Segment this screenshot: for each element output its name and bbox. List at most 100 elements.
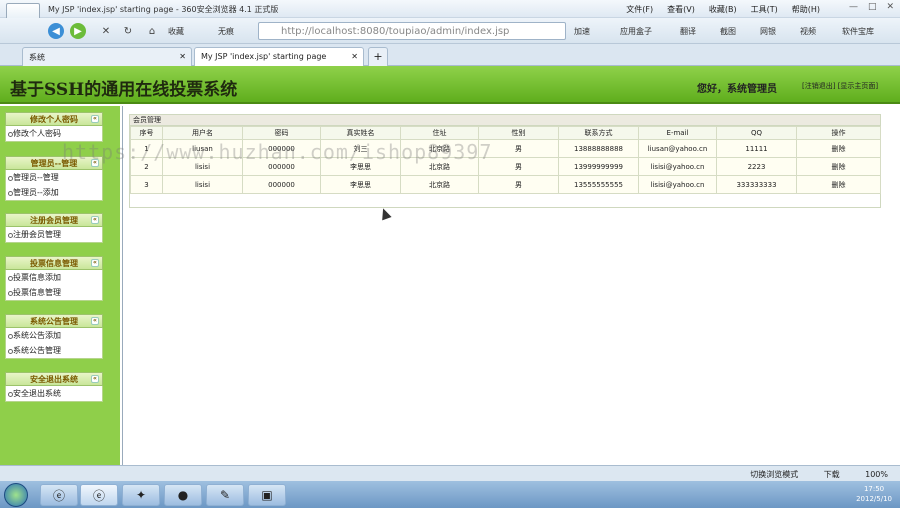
window-title: My JSP 'index.jsp' starting page - 360安全… — [48, 5, 279, 14]
tab-system[interactable]: 系统 ✕ — [22, 47, 192, 66]
sidebar-item[interactable]: 投票信息添加 — [6, 270, 102, 285]
sidebar-item[interactable]: 管理员--管理 — [6, 170, 102, 185]
column-header: 联系方式 — [558, 126, 639, 140]
menu-file[interactable]: 文件(F) — [626, 4, 653, 15]
table-cell: lisisi — [162, 175, 243, 194]
tab-jsp-page[interactable]: My JSP 'index.jsp' starting page ✕ — [194, 47, 364, 66]
table-cell: liusan@yahoo.cn — [638, 139, 717, 158]
delete-link[interactable]: 删除 — [796, 175, 881, 194]
taskbar-clock[interactable]: 17:50 2012/5/10 — [856, 484, 892, 504]
sidebar-group-notices: 系统公告管理 « 系统公告添加 系统公告管理 — [5, 314, 103, 359]
sidebar-item[interactable]: 投票信息管理 — [6, 285, 102, 300]
menu-view[interactable]: 查看(V) — [667, 4, 695, 15]
browser-navbar: ◀ ▶ ✕ ↻ ⌂ 收藏 无痕 http://localhost:8080/to… — [0, 18, 900, 44]
status-info: 切换浏览模式 下载 100% — [750, 469, 888, 480]
toolbar-link-translate[interactable]: 翻译 — [680, 26, 696, 37]
sidebar-item[interactable]: 系统公告添加 — [6, 328, 102, 343]
table-cell: 333333333 — [716, 175, 797, 194]
browser-tabbar: 系统 ✕ My JSP 'index.jsp' starting page ✕ … — [0, 44, 900, 66]
menu-help[interactable]: 帮助(H) — [792, 4, 820, 15]
sidebar-item[interactable]: 管理员--添加 — [6, 185, 102, 200]
minimize-icon[interactable]: — — [849, 2, 858, 12]
toolbar-link-video[interactable]: 视频 — [800, 26, 816, 37]
table-row: 3 lisisi 000000 李思思 北京路 男 13555555555 li… — [130, 175, 881, 194]
table-cell: lisisi@yahoo.cn — [638, 175, 717, 194]
windows-taskbar: ⓔ ⓔ ✦ ● ✎ ▣ 17:50 2012/5/10 — [0, 481, 900, 508]
new-tab-button[interactable]: + — [368, 47, 388, 66]
sidebar-group-title[interactable]: 安全退出系统 « — [5, 372, 103, 386]
address-bar[interactable]: http://localhost:8080/toupiao/admin/inde… — [258, 22, 566, 40]
download-button[interactable]: 下载 — [824, 470, 840, 479]
taskbar-editor-icon[interactable]: ✎ — [206, 484, 244, 506]
back-icon[interactable]: ◀ — [48, 23, 64, 39]
stop-icon[interactable]: ✕ — [98, 23, 114, 39]
table-cell: 000000 — [242, 175, 321, 194]
home-link[interactable]: [显示主页面] — [838, 82, 878, 90]
sidebar-item[interactable]: 注册会员管理 — [6, 227, 102, 242]
browser-titlebar: My JSP 'index.jsp' starting page - 360安全… — [0, 0, 900, 37]
close-icon[interactable]: ✕ — [886, 2, 894, 12]
incognito-button[interactable]: 无痕 — [218, 26, 234, 37]
taskbar-toolbox-icon[interactable]: ▣ — [248, 484, 286, 506]
start-button-icon[interactable] — [4, 483, 28, 507]
browse-mode-toggle[interactable]: 切换浏览模式 — [750, 470, 798, 479]
watermark: https://www.huzhan.com/ishop89397 — [62, 140, 493, 164]
address-url[interactable]: http://localhost:8080/toupiao/admin/inde… — [281, 26, 509, 37]
menu-tools[interactable]: 工具(T) — [751, 4, 778, 15]
table-cell: 北京路 — [400, 175, 479, 194]
close-tab-icon[interactable]: ✕ — [351, 52, 358, 61]
app-title: 基于SSH的通用在线投票系统 — [10, 80, 238, 100]
taskbar-360-browser-icon[interactable]: ⓔ — [80, 484, 118, 506]
zoom-level[interactable]: 100% — [865, 470, 888, 479]
sidebar-group-title[interactable]: 投票信息管理 « — [5, 256, 103, 270]
welcome-text: 您好，系统管理员 — [697, 84, 777, 95]
table-cell: 男 — [478, 175, 559, 194]
table-cell: lisisi@yahoo.cn — [638, 157, 717, 176]
home-icon[interactable]: ⌂ — [144, 23, 160, 39]
sidebar-item[interactable]: 系统公告管理 — [6, 343, 102, 358]
delete-link[interactable]: 删除 — [796, 139, 881, 158]
undo-button[interactable]: 收藏 — [168, 26, 184, 37]
sidebar-group-title[interactable]: 修改个人密码 « — [5, 112, 103, 126]
taskbar-eclipse-icon[interactable]: ● — [164, 484, 202, 506]
toolbar-link-apps[interactable]: 应用盒子 — [620, 26, 652, 37]
sidebar-group-members: 注册会员管理 « 注册会员管理 — [5, 213, 103, 243]
collapse-icon[interactable]: « — [91, 216, 99, 224]
table-cell: 13888888888 — [558, 139, 639, 158]
toolbar-link-software[interactable]: 软件宝库 — [842, 26, 874, 37]
browser-statusbar: 切换浏览模式 下载 100% — [0, 465, 900, 481]
clock-time: 17:50 — [863, 485, 885, 493]
taskbar-ie-icon[interactable]: ⓔ — [40, 484, 78, 506]
toolbar-link-bank[interactable]: 网银 — [760, 26, 776, 37]
table-header-row: 序号 用户名 密码 真实姓名 住址 性别 联系方式 E-mail QQ 操作 — [130, 126, 881, 140]
collapse-icon[interactable]: « — [91, 317, 99, 325]
refresh-icon[interactable]: ↻ — [120, 23, 136, 39]
collapse-icon[interactable]: « — [91, 115, 99, 123]
sidebar-group-title[interactable]: 系统公告管理 « — [5, 314, 103, 328]
column-header: 住址 — [400, 126, 479, 140]
toolbar-link-screenshot[interactable]: 截图 — [720, 26, 736, 37]
delete-link[interactable]: 删除 — [796, 157, 881, 176]
column-header: QQ — [716, 126, 797, 140]
browser-menu: 文件(F) 查看(V) 收藏(B) 工具(T) 帮助(H) — [626, 4, 820, 15]
sidebar-group-exit: 安全退出系统 « 安全退出系统 — [5, 372, 103, 402]
sidebar-item[interactable]: 安全退出系统 — [6, 386, 102, 401]
table-cell: 李思思 — [320, 175, 401, 194]
panel-title: 会员管理 — [130, 115, 880, 126]
sidebar-item[interactable]: 修改个人密码 — [6, 126, 102, 141]
forward-icon[interactable]: ▶ — [70, 23, 86, 39]
menu-favorites[interactable]: 收藏(B) — [709, 4, 737, 15]
sidebar-group-title[interactable]: 注册会员管理 « — [5, 213, 103, 227]
column-header: 真实姓名 — [320, 126, 401, 140]
taskbar-app-icon[interactable]: ✦ — [122, 484, 160, 506]
column-header: 密码 — [242, 126, 321, 140]
logout-link[interactable]: [注销退出] — [802, 82, 835, 90]
maximize-icon[interactable]: □ — [868, 2, 877, 12]
tab-label: 系统 — [29, 53, 45, 62]
collapse-icon[interactable]: « — [91, 375, 99, 383]
speedup-button[interactable]: 加速 — [574, 26, 590, 37]
app-header: 基于SSH的通用在线投票系统 您好，系统管理员 [注销退出] [显示主页面] — [0, 66, 900, 104]
header-links: [注销退出] [显示主页面] — [802, 81, 878, 91]
collapse-icon[interactable]: « — [91, 259, 99, 267]
close-tab-icon[interactable]: ✕ — [179, 52, 186, 61]
